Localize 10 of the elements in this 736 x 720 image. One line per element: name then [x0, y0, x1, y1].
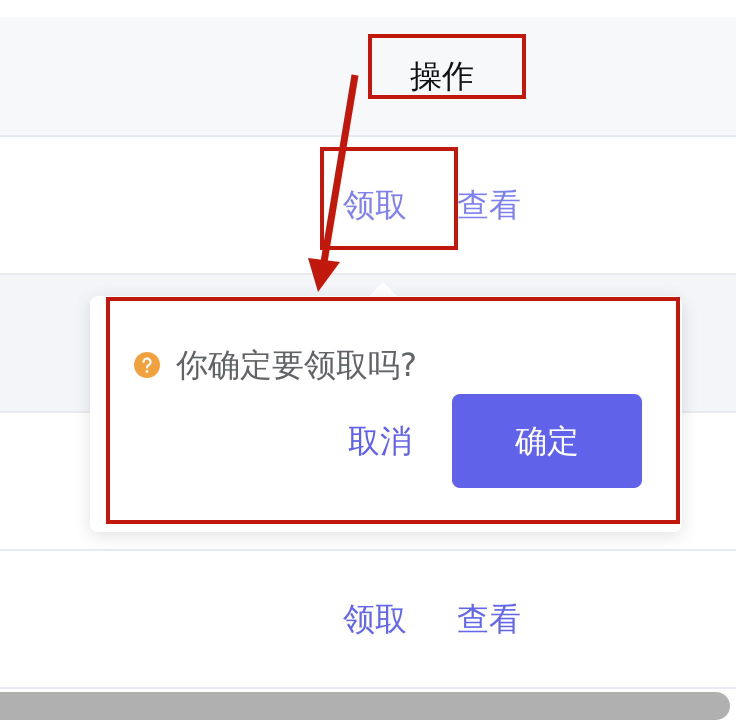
- question-icon: [134, 352, 160, 378]
- action-link[interactable]: 领取: [343, 600, 407, 638]
- confirm-button[interactable]: 确定: [452, 394, 642, 488]
- confirm-message: 你确定要领取吗?: [176, 346, 417, 384]
- column-header: 操作: [410, 56, 474, 97]
- action-link[interactable]: 查看: [457, 600, 521, 638]
- action-link[interactable]: 领取: [343, 186, 407, 224]
- cancel-button[interactable]: 取消: [348, 417, 412, 466]
- scrollbar[interactable]: [0, 692, 730, 720]
- action-link[interactable]: 查看: [457, 186, 521, 224]
